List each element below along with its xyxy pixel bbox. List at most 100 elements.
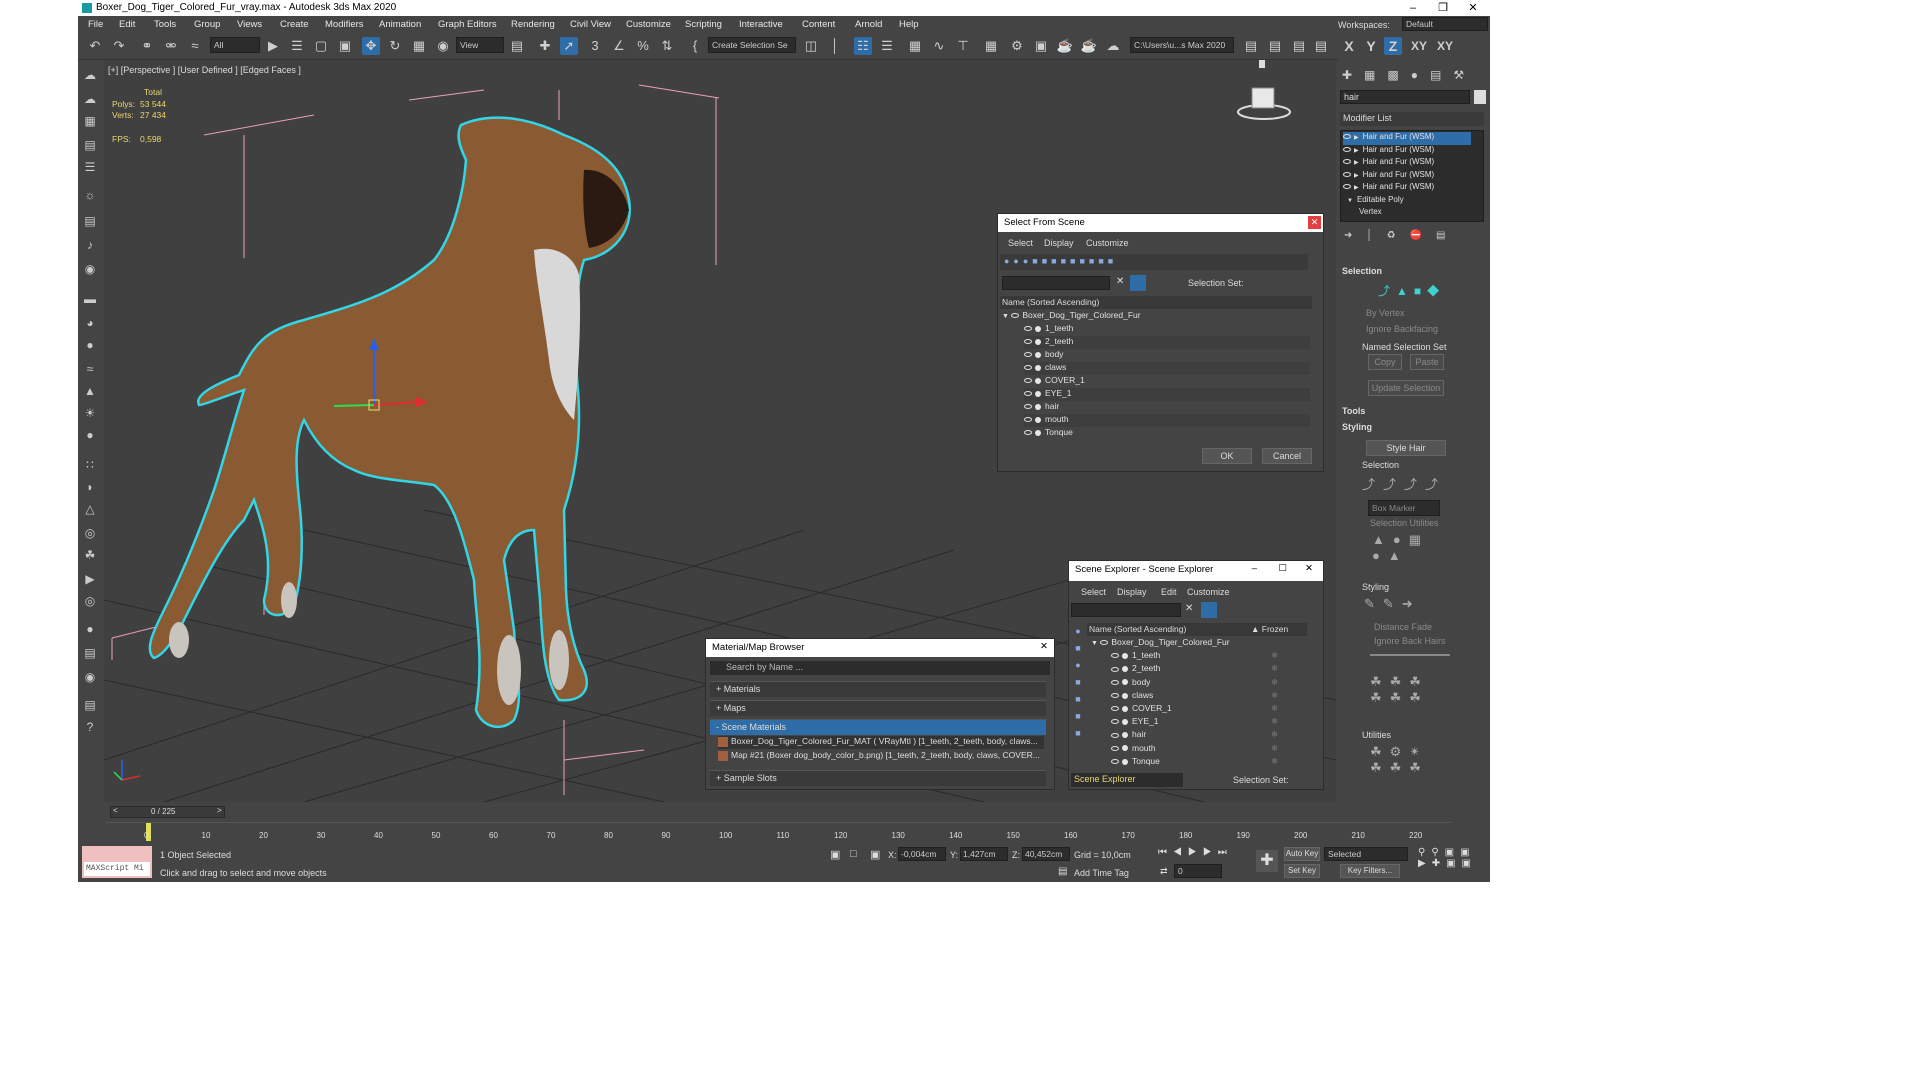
filter-icon[interactable] xyxy=(1130,275,1146,291)
visibility-eye-icon[interactable] xyxy=(1111,693,1119,699)
scene-material-row-0[interactable]: Boxer_Dog_Tiger_Colored_Fur_MAT ( VRayMt… xyxy=(718,736,1044,749)
axis-xy-cycle-button[interactable]: XY xyxy=(1434,37,1456,55)
time-tag-icon[interactable]: ▤ xyxy=(1058,866,1067,877)
axis-x-button[interactable]: X xyxy=(1340,37,1358,55)
sfs-list-item[interactable]: Tonque xyxy=(1024,427,1310,440)
add-time-tag[interactable]: Add Time Tag xyxy=(1074,868,1129,878)
clear-search-icon[interactable]: ✕ xyxy=(1185,603,1193,614)
create-shape-icon[interactable]: ☁ xyxy=(81,90,99,108)
material-icon[interactable]: ▤ xyxy=(81,644,99,662)
menu-animation[interactable]: Animation xyxy=(379,19,421,30)
frozen-snowflake-icon[interactable]: ❄ xyxy=(1271,677,1278,688)
axis-y-button[interactable]: Y xyxy=(1362,37,1380,55)
reference-coordinate-dropdown[interactable]: View xyxy=(456,37,504,53)
modifier-toggle-eye-icon[interactable] xyxy=(1343,159,1351,165)
percent-snap-icon[interactable]: % xyxy=(634,37,652,55)
styling-rollout-title[interactable]: Styling xyxy=(1342,422,1372,432)
capsule-icon[interactable]: ◗ xyxy=(81,478,99,496)
menu-customize[interactable]: Customize xyxy=(626,19,671,30)
utilities-tools[interactable]: ☘⚙✴ ☘☘☘ xyxy=(1370,744,1429,776)
toggle-scene-explorer-icon[interactable]: ☷ xyxy=(854,37,872,55)
sphere-icon[interactable]: ● xyxy=(81,336,99,354)
visibility-eye-icon[interactable] xyxy=(1024,378,1032,384)
auto-key-button[interactable]: Auto Key xyxy=(1284,847,1320,861)
sun-icon[interactable]: ☀ xyxy=(81,404,99,422)
sound-icon[interactable]: ♪ xyxy=(81,236,99,254)
visibility-eye-icon[interactable] xyxy=(1024,352,1032,358)
visibility-eye-icon[interactable] xyxy=(1100,640,1109,646)
sfs-list-item[interactable]: COVER_1 xyxy=(1024,375,1310,388)
se-list-item[interactable]: COVER_1 ❄ xyxy=(1111,703,1307,716)
styling-comb-tools[interactable]: ☘☘☘ ☘☘☘ xyxy=(1370,674,1429,706)
render-icon[interactable]: ◉ xyxy=(81,668,99,686)
object-color-swatch[interactable] xyxy=(1474,90,1486,104)
brush-size-slider[interactable] xyxy=(1370,654,1450,656)
by-vertex-checkbox[interactable]: By Vertex xyxy=(1366,308,1405,318)
track-bar[interactable]: 0 10 20 30 40 50 60 70 80 90 100 110 120 130 140 150 160… xyxy=(106,822,1452,842)
plant-icon[interactable]: ☘ xyxy=(81,546,99,564)
key-mode-icon[interactable]: ⇄ xyxy=(1160,866,1168,877)
close-icon[interactable]: ✕ xyxy=(1308,216,1321,229)
render-activeshade-icon[interactable]: ☕ xyxy=(1080,37,1098,55)
modifier-toggle-eye-icon[interactable] xyxy=(1343,134,1351,140)
globe-icon[interactable]: ◎ xyxy=(81,524,99,542)
light-icon[interactable]: ☼ xyxy=(81,186,99,204)
select-scale-icon[interactable]: ▦ xyxy=(410,37,428,55)
frozen-snowflake-icon[interactable]: ❄ xyxy=(1271,743,1278,754)
copy-button[interactable]: Copy xyxy=(1368,354,1402,370)
se-name-header[interactable]: Name (Sorted Ascending) xyxy=(1089,624,1186,634)
sfs-search-input[interactable] xyxy=(1002,276,1110,290)
pivot-center-icon[interactable]: ▤ xyxy=(508,37,526,55)
se-list-item[interactable]: body ❄ xyxy=(1111,677,1307,690)
se-frozen-header[interactable]: ▲ Frozen xyxy=(1251,624,1288,634)
render-in-cloud-icon[interactable]: ☁ xyxy=(1104,37,1122,55)
close-icon[interactable]: ✕ xyxy=(1305,563,1313,574)
close-button[interactable]: ✕ xyxy=(1458,0,1488,16)
sfs-root-row[interactable]: ▼ Boxer_Dog_Tiger_Colored_Fur xyxy=(1002,310,1141,323)
menu-help[interactable]: Help xyxy=(899,19,919,30)
time-slider-next-icon[interactable]: > xyxy=(217,806,222,815)
styling-brush-tools[interactable]: ✎✎➜ xyxy=(1364,596,1421,612)
modifier-stack-item[interactable]: ▶ Hair and Fur (WSM) xyxy=(1343,170,1471,183)
modifier-stack-item[interactable]: ▶ Hair and Fur (WSM) xyxy=(1343,157,1471,170)
align-icon[interactable]: │ xyxy=(826,37,844,55)
curve-editor-icon[interactable]: ∿ xyxy=(930,37,948,55)
sfs-list-item[interactable]: 2_teeth xyxy=(1024,336,1310,349)
visibility-eye-icon[interactable] xyxy=(1111,759,1119,765)
rect-selection-icon[interactable]: ▢ xyxy=(312,37,330,55)
menu-views[interactable]: Views xyxy=(237,19,262,30)
layer-icon[interactable]: ▤ xyxy=(81,696,99,714)
project-options-icon[interactable]: ▤ xyxy=(1290,37,1308,55)
toggle-layer-explorer-icon[interactable]: ☰ xyxy=(878,37,896,55)
project-settings-icon[interactable]: ▤ xyxy=(1312,37,1330,55)
visibility-eye-icon[interactable] xyxy=(1024,365,1032,371)
mirror-icon[interactable]: ◫ xyxy=(802,37,820,55)
sfs-list-item[interactable]: EYE_1 xyxy=(1024,388,1310,401)
menu-edit[interactable]: Edit xyxy=(119,19,135,30)
select-rotate-icon[interactable]: ↻ xyxy=(386,37,404,55)
frozen-snowflake-icon[interactable]: ❄ xyxy=(1271,703,1278,714)
3d-snap-icon[interactable]: 3 xyxy=(586,37,604,55)
se-menu-customize[interactable]: Customize xyxy=(1187,587,1230,597)
menu-scripting[interactable]: Scripting xyxy=(685,19,722,30)
se-menu-edit[interactable]: Edit xyxy=(1161,587,1177,597)
fur-icon[interactable]: ≈ xyxy=(81,360,99,378)
clear-search-icon[interactable]: ✕ xyxy=(1116,276,1124,287)
z-coordinate-field[interactable]: 40,452cm xyxy=(1022,847,1070,861)
key-filters-button[interactable]: Key Filters... xyxy=(1340,864,1400,878)
menu-file[interactable]: File xyxy=(88,19,103,30)
viewcube[interactable] xyxy=(1237,60,1291,120)
selection-utility-tools[interactable]: ▲●▦ ●▲ xyxy=(1372,532,1429,563)
frozen-snowflake-icon[interactable]: ❄ xyxy=(1271,690,1278,701)
select-object-icon[interactable]: ▶ xyxy=(264,37,282,55)
playback-controls[interactable]: ⏮◀▶▶⏭ xyxy=(1158,847,1233,858)
ignore-back-hairs-checkbox[interactable]: Ignore Back Hairs xyxy=(1374,636,1446,646)
menu-civil-view[interactable]: Civil View xyxy=(570,19,611,30)
menu-content[interactable]: Content xyxy=(802,19,835,30)
sfs-list-item[interactable]: mouth xyxy=(1024,414,1310,427)
tools-rollout-title[interactable]: Tools xyxy=(1342,406,1365,416)
toggle-ribbon-icon[interactable]: ▦ xyxy=(906,37,924,55)
se-list-item[interactable]: Tonque ❄ xyxy=(1111,756,1307,769)
viewport-label[interactable]: [+] [Perspective ] [User Defined ] [Edge… xyxy=(108,65,301,75)
sfs-list-item[interactable]: claws xyxy=(1024,362,1310,375)
